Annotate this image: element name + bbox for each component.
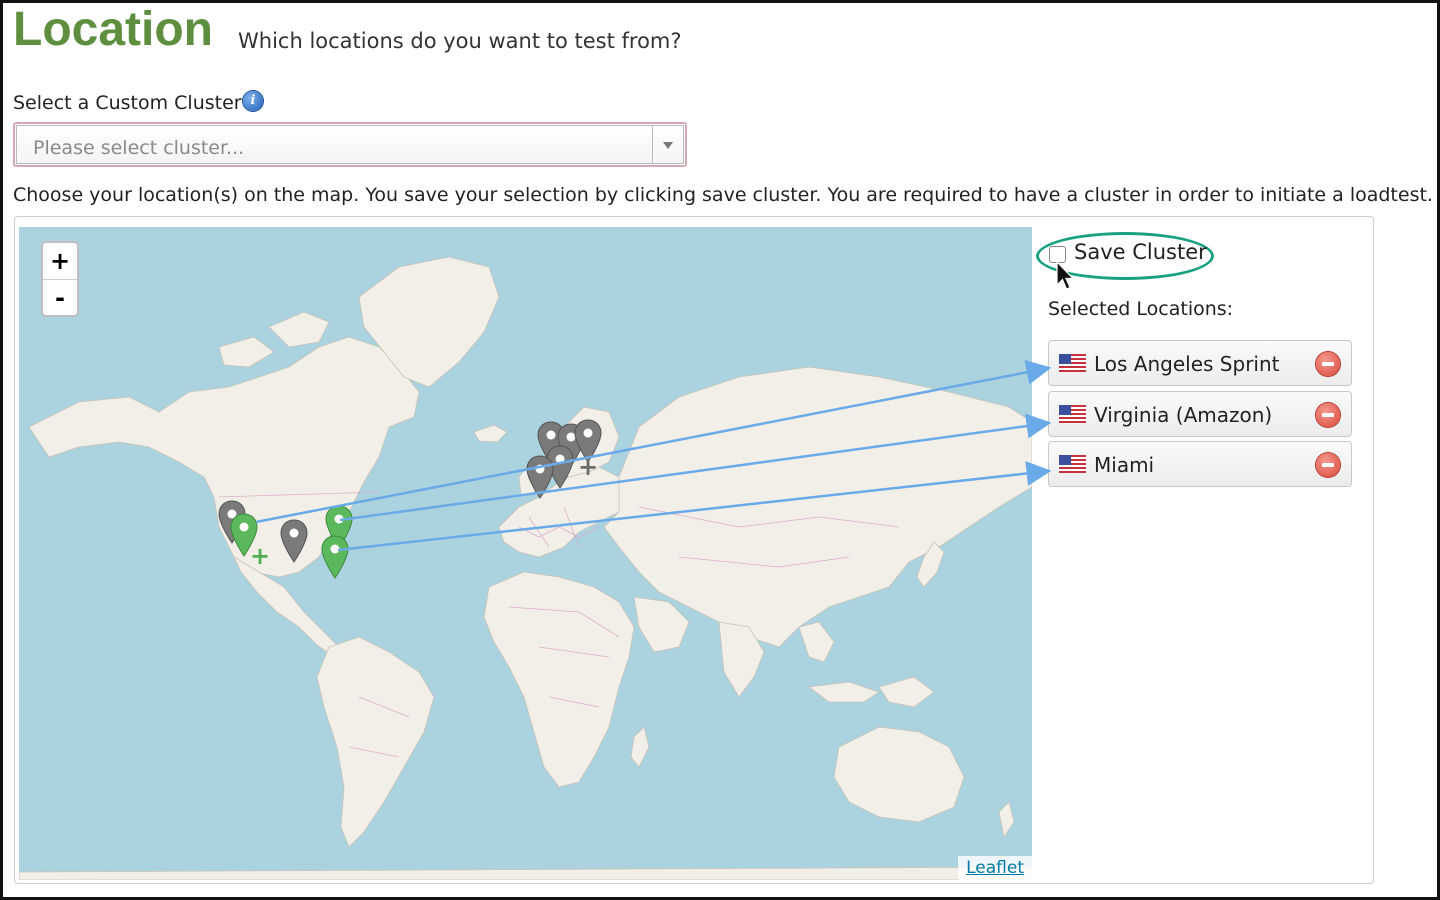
cluster-select[interactable]: Please select cluster... (13, 122, 687, 167)
leaflet-link[interactable]: Leaflet (966, 858, 1024, 878)
mouse-cursor-icon (1056, 261, 1075, 290)
remove-location-button[interactable] (1316, 352, 1340, 376)
world-map-tiles (19, 256, 1032, 880)
us-flag-icon (1059, 354, 1086, 372)
map-marker-location[interactable] (280, 519, 308, 563)
cluster-select-placeholder: Please select cluster... (33, 137, 245, 159)
selected-location-label: Miami (1094, 453, 1155, 477)
select-dropdown-button[interactable] (652, 126, 683, 163)
selected-location-label: Virginia (Amazon) (1094, 403, 1273, 427)
page-subtitle: Which locations do you want to test from… (238, 29, 682, 53)
world-map[interactable]: + - + + Leaflet (19, 227, 1032, 880)
remove-location-button[interactable] (1316, 403, 1340, 427)
remove-location-button[interactable] (1316, 453, 1340, 477)
zoom-out-button[interactable]: - (43, 280, 77, 316)
cluster-plus-icon: + (578, 453, 599, 481)
selected-location-label: Los Angeles Sprint (1094, 352, 1280, 376)
info-icon[interactable]: i (243, 91, 263, 111)
selected-location-item: Miami (1048, 441, 1352, 487)
map-marker-miami[interactable] (321, 535, 349, 579)
zoom-in-button[interactable]: + (43, 243, 77, 280)
map-marker-location[interactable] (526, 455, 554, 499)
cluster-plus-icon: + (250, 542, 271, 570)
selected-locations-title: Selected Locations: (1048, 298, 1234, 320)
cluster-select-label: Select a Custom Cluster (13, 92, 242, 114)
zoom-control: + - (41, 241, 79, 317)
selected-location-item: Virginia (Amazon) (1048, 391, 1352, 437)
save-cluster-label[interactable]: Save Cluster (1074, 240, 1207, 264)
page-title: Location (13, 3, 213, 56)
map-instructions: Choose your location(s) on the map. You … (13, 184, 1433, 206)
selected-location-item: Los Angeles Sprint (1048, 340, 1352, 386)
us-flag-icon (1059, 455, 1086, 473)
map-attribution: Leaflet (958, 856, 1032, 880)
us-flag-icon (1059, 405, 1086, 423)
chevron-down-icon (663, 142, 673, 149)
